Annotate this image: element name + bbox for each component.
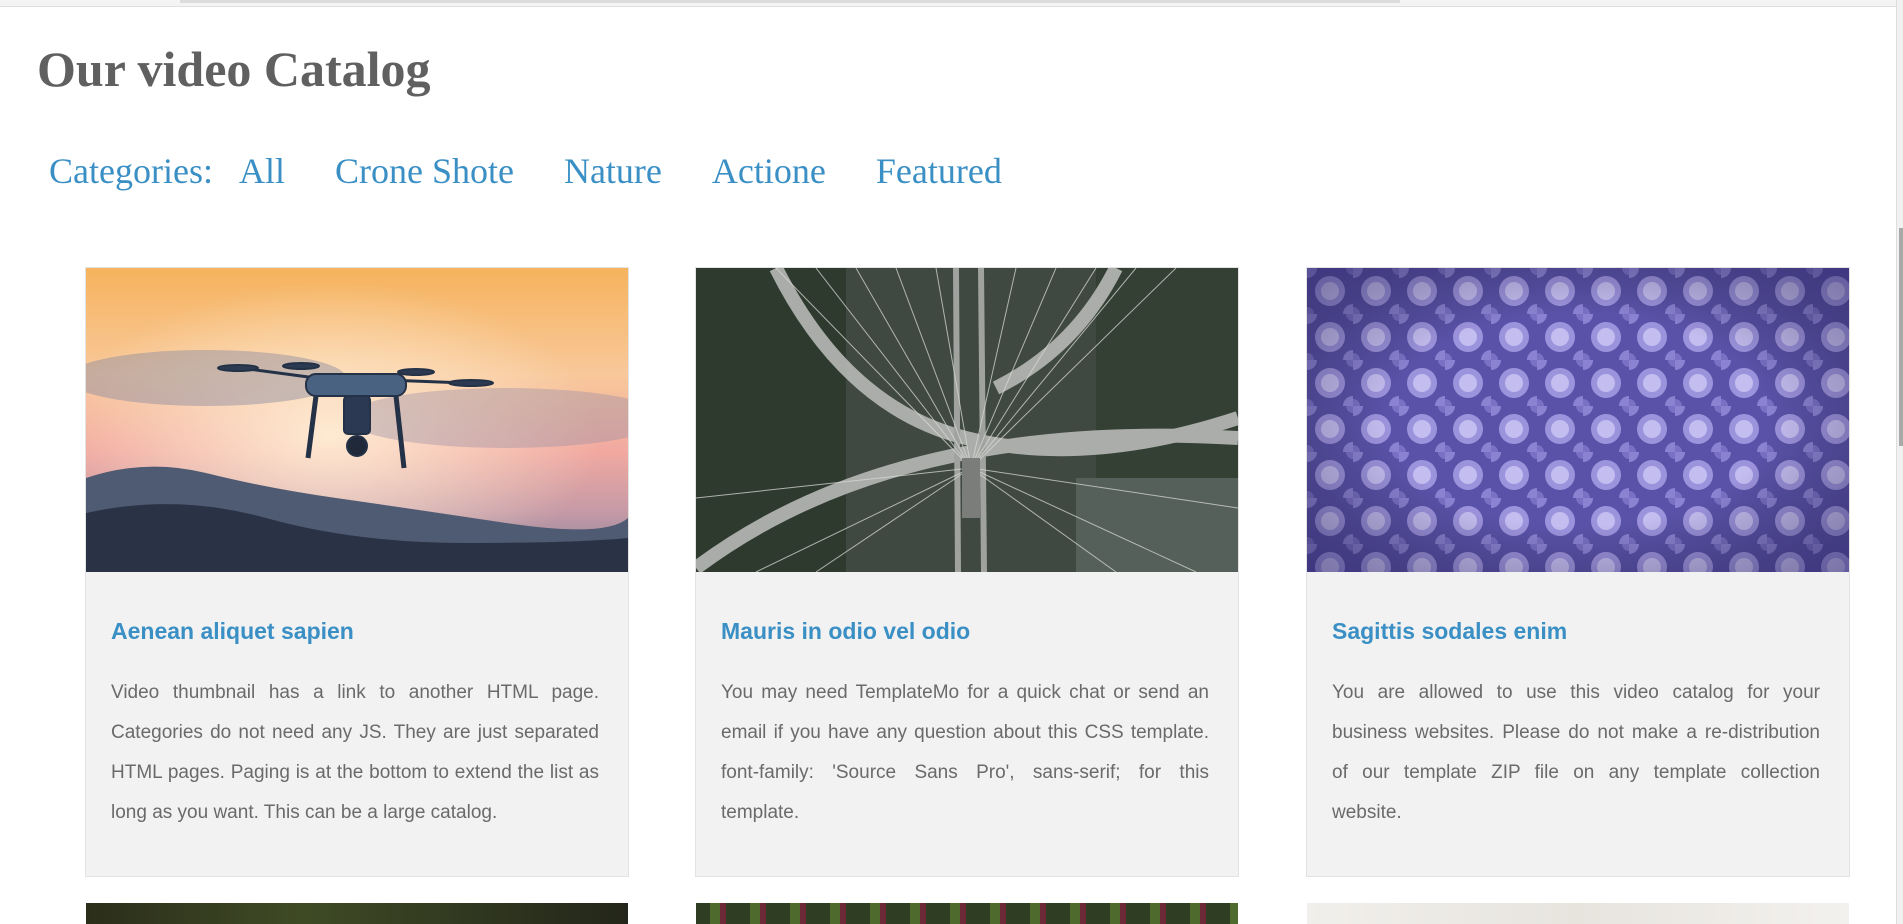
purple-forest-image <box>1307 268 1849 572</box>
video-thumbnail-partial[interactable] <box>696 903 1238 924</box>
video-thumbnail-partial[interactable] <box>86 903 628 924</box>
category-link-actione[interactable]: Actione <box>712 150 826 192</box>
vertical-scrollbar[interactable] <box>1896 0 1903 924</box>
category-link-crone-shote[interactable]: Crone Shote <box>335 150 514 192</box>
top-edge <box>0 0 1897 7</box>
video-title[interactable]: Mauris in odio vel odio <box>721 618 970 645</box>
video-description: Video thumbnail has a link to another HT… <box>111 682 599 823</box>
video-thumbnail-link[interactable] <box>696 268 1238 572</box>
video-card: Aenean aliquet sapien Video thumbnail ha… <box>85 267 629 877</box>
video-card: Mauris in odio vel odio You may need Tem… <box>695 267 1239 877</box>
categories-label: Categories: <box>49 151 213 191</box>
video-description: You may need TemplateMo for a quick chat… <box>721 682 1209 823</box>
category-link-all[interactable]: All <box>239 150 285 192</box>
category-nav: Categories: All Crone Shote Nature Actio… <box>49 147 1052 195</box>
video-thumbnail-link[interactable] <box>1307 268 1849 572</box>
video-thumbnail-partial[interactable] <box>1307 903 1849 924</box>
video-description: You are allowed to use this video catalo… <box>1332 682 1820 823</box>
video-thumbnail-link[interactable] <box>86 268 628 572</box>
video-title[interactable]: Sagittis sodales enim <box>1332 618 1567 645</box>
video-title[interactable]: Aenean aliquet sapien <box>111 618 354 645</box>
category-link-nature[interactable]: Nature <box>564 150 662 192</box>
video-card: Sagittis sodales enim You are allowed to… <box>1306 267 1850 877</box>
scrollbar-thumb[interactable] <box>1899 228 1903 446</box>
cable-stayed-bridge-image <box>696 268 1238 572</box>
drone-at-sunset-image <box>86 268 628 572</box>
category-link-featured[interactable]: Featured <box>876 150 1002 192</box>
page-title: Our video Catalog <box>37 41 431 97</box>
